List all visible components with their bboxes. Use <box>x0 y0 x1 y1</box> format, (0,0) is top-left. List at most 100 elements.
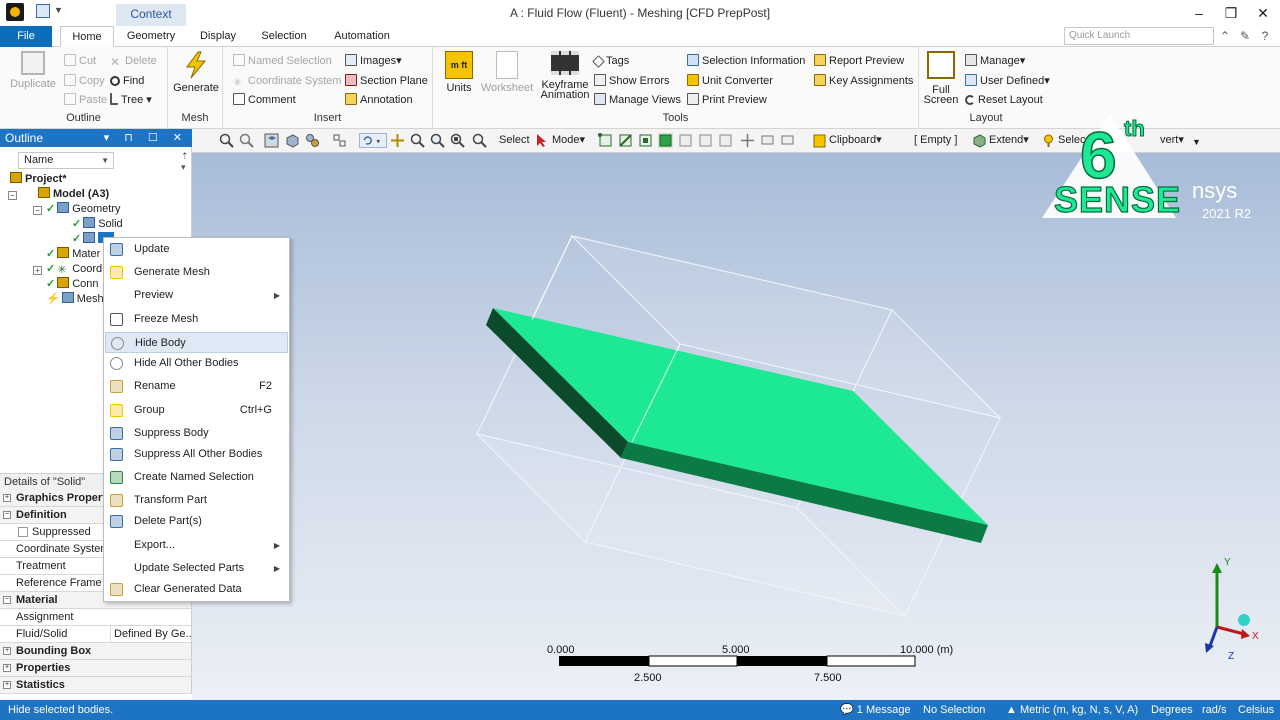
tree-node-project[interactable]: Project* <box>10 172 67 187</box>
tags-button[interactable]: Tags <box>592 53 629 69</box>
expander-model[interactable]: − <box>8 191 17 200</box>
feedback-icon[interactable]: ✎ <box>1238 29 1252 43</box>
select-node-icon[interactable] <box>678 133 693 148</box>
annotation-button[interactable]: Annotation <box>345 92 413 108</box>
details-group-statistics[interactable]: + Statistics <box>0 677 191 694</box>
pan-icon[interactable] <box>390 133 405 148</box>
report-preview-button[interactable]: Report Preview <box>814 53 904 69</box>
select-body-icon[interactable] <box>658 133 673 148</box>
context-menu-item[interactable]: Rename F2 <box>105 376 288 397</box>
manage-layout-button[interactable]: Manage▾ <box>965 53 1025 69</box>
paste-button[interactable]: Paste <box>64 92 107 108</box>
rotate-dropdown-icon[interactable]: ▾ <box>359 133 387 148</box>
copy-button[interactable]: Copy <box>64 73 105 89</box>
tree-node-connections[interactable]: ✓ Conn <box>46 277 99 292</box>
reset-layout-button[interactable]: Reset Layout <box>965 92 1043 108</box>
select-edge-icon[interactable] <box>618 133 633 148</box>
context-menu-item[interactable]: Create Named Selection <box>105 467 288 488</box>
close-icon[interactable]: ✕ <box>1246 3 1280 23</box>
clipboard-dropdown[interactable]: Clipboard▾ <box>829 133 882 148</box>
coordinate-system-button[interactable]: ✳ Coordinate System <box>233 73 342 89</box>
select-element-icon[interactable] <box>718 133 733 148</box>
tree-filter-icon[interactable] <box>332 133 347 148</box>
key-assignments-button[interactable]: Key Assignments <box>814 73 913 89</box>
cut-button[interactable]: Cut <box>64 53 96 69</box>
tree-node-model[interactable]: Model (A3) <box>38 187 109 202</box>
tab-file[interactable]: File <box>0 26 52 47</box>
box-zoom-icon[interactable] <box>430 133 445 148</box>
zoom-in-icon[interactable] <box>219 133 234 148</box>
context-menu-item[interactable]: Transform Part <box>105 490 288 511</box>
expander-coordinates[interactable]: + <box>33 266 42 275</box>
select-label[interactable]: Select <box>499 133 530 148</box>
tab-geometry[interactable]: Geometry <box>120 26 182 47</box>
select-annotation-icon[interactable] <box>760 133 775 148</box>
angle-units[interactable]: Degrees <box>1151 700 1193 720</box>
context-menu-item[interactable]: Update Selected Parts ▶ <box>105 558 288 579</box>
panel-controls[interactable]: ▾ ⊓ ☐ ✕ <box>104 129 188 147</box>
restore-icon[interactable]: ❐ <box>1214 3 1248 23</box>
quick-launch-input[interactable]: Quick Launch <box>1064 27 1214 45</box>
zoom-icon[interactable] <box>410 133 425 148</box>
tree-node-mesh[interactable]: ⚡ Mesh <box>46 292 104 307</box>
expander-geometry[interactable]: − <box>33 206 42 215</box>
tab-home[interactable]: Home <box>60 26 114 47</box>
mode-dropdown[interactable]: Mode▾ <box>552 133 585 148</box>
tab-display[interactable]: Display <box>190 26 246 47</box>
full-screen-button[interactable]: Full Screen <box>923 51 959 106</box>
axis-triad[interactable]: Y X Z <box>1205 557 1259 662</box>
multi-view-icon[interactable] <box>305 133 320 148</box>
context-menu-item[interactable]: Freeze Mesh <box>105 309 288 330</box>
delete-button[interactable]: ✕ Delete <box>110 53 157 69</box>
images-button[interactable]: Images▾ <box>345 53 402 69</box>
iso-view-icon[interactable] <box>264 133 279 148</box>
help-icon[interactable]: ? <box>1258 29 1272 43</box>
keyframe-animation-button[interactable]: Keyframe Animation <box>537 51 593 101</box>
model-scene[interactable]: 0.000 5.000 10.000 (m) 2.500 7.500 Y X Z <box>192 153 1280 700</box>
context-menu-item[interactable]: Suppress All Other Bodies <box>105 444 288 465</box>
clipboard-icon[interactable] <box>812 133 827 148</box>
details-row-assignment[interactable]: Assignment <box>0 609 191 626</box>
duplicate-button[interactable]: Duplicate <box>8 51 58 90</box>
context-menu-item[interactable]: Preview ▶ <box>105 285 288 306</box>
select-comment-icon[interactable] <box>780 133 795 148</box>
tree-node-coordinate-systems[interactable]: ✓ ✳ Coord <box>46 262 102 277</box>
graphics-viewport[interactable]: 0.000 5.000 10.000 (m) 2.500 7.500 Y X Z <box>192 153 1280 700</box>
select-face-icon[interactable] <box>638 133 653 148</box>
context-menu-item[interactable]: Hide All Other Bodies <box>105 353 288 374</box>
select-vertex-icon[interactable] <box>598 133 613 148</box>
details-group-properties[interactable]: + Properties <box>0 660 191 677</box>
units-button[interactable]: m ft Units <box>441 51 477 94</box>
extend-dropdown[interactable]: Extend▾ <box>989 133 1029 148</box>
details-row-fluid-solid[interactable]: Fluid/Solid Defined By Ge... <box>0 626 191 643</box>
zoom-out-icon[interactable] <box>239 133 254 148</box>
named-selection-button[interactable]: Named Selection <box>233 53 332 69</box>
context-menu-item[interactable]: Update <box>105 239 288 260</box>
tree-node-solid[interactable]: ✓ Solid <box>72 217 123 232</box>
scroll-arrows-icon[interactable]: ⇡ ▾ <box>181 151 189 173</box>
context-tab[interactable]: Context <box>116 4 186 26</box>
user-defined-button[interactable]: User Defined▾ <box>965 73 1050 89</box>
select-mode-cursor-icon[interactable] <box>534 133 549 148</box>
find-button[interactable]: Find <box>110 73 144 89</box>
collapse-ribbon-icon[interactable]: ⌃ <box>1218 29 1232 43</box>
context-menu-item[interactable]: Export... ▶ <box>105 535 288 556</box>
manage-views-button[interactable]: Manage Views <box>594 92 681 108</box>
extend-icon[interactable] <box>972 133 987 148</box>
magnifier-window-icon[interactable] <box>472 133 487 148</box>
worksheet-button[interactable]: Worksheet <box>479 51 535 94</box>
suppressed-checkbox[interactable] <box>18 527 28 537</box>
context-menu-item[interactable]: Hide Body <box>105 332 288 353</box>
zoom-to-fit-icon[interactable] <box>450 133 465 148</box>
context-menu-item[interactable]: Clear Generated Data <box>105 579 288 600</box>
unit-system-selector[interactable]: ▲ Metric (m, kg, N, s, V, A) <box>1006 700 1138 720</box>
show-errors-button[interactable]: Show Errors <box>594 73 670 89</box>
section-plane-button[interactable]: Section Plane <box>345 73 428 89</box>
print-preview-button[interactable]: Print Preview <box>687 92 767 108</box>
messages-indicator[interactable]: 💬 1 Message <box>840 700 911 720</box>
tree-button[interactable]: Tree ▾ <box>110 92 152 108</box>
quick-access-dropdown-icon[interactable]: ▼ <box>54 5 63 15</box>
minimize-icon[interactable]: – <box>1182 3 1216 23</box>
select-element-face-icon[interactable] <box>698 133 713 148</box>
name-column-header[interactable]: Name ▼ <box>18 152 114 169</box>
